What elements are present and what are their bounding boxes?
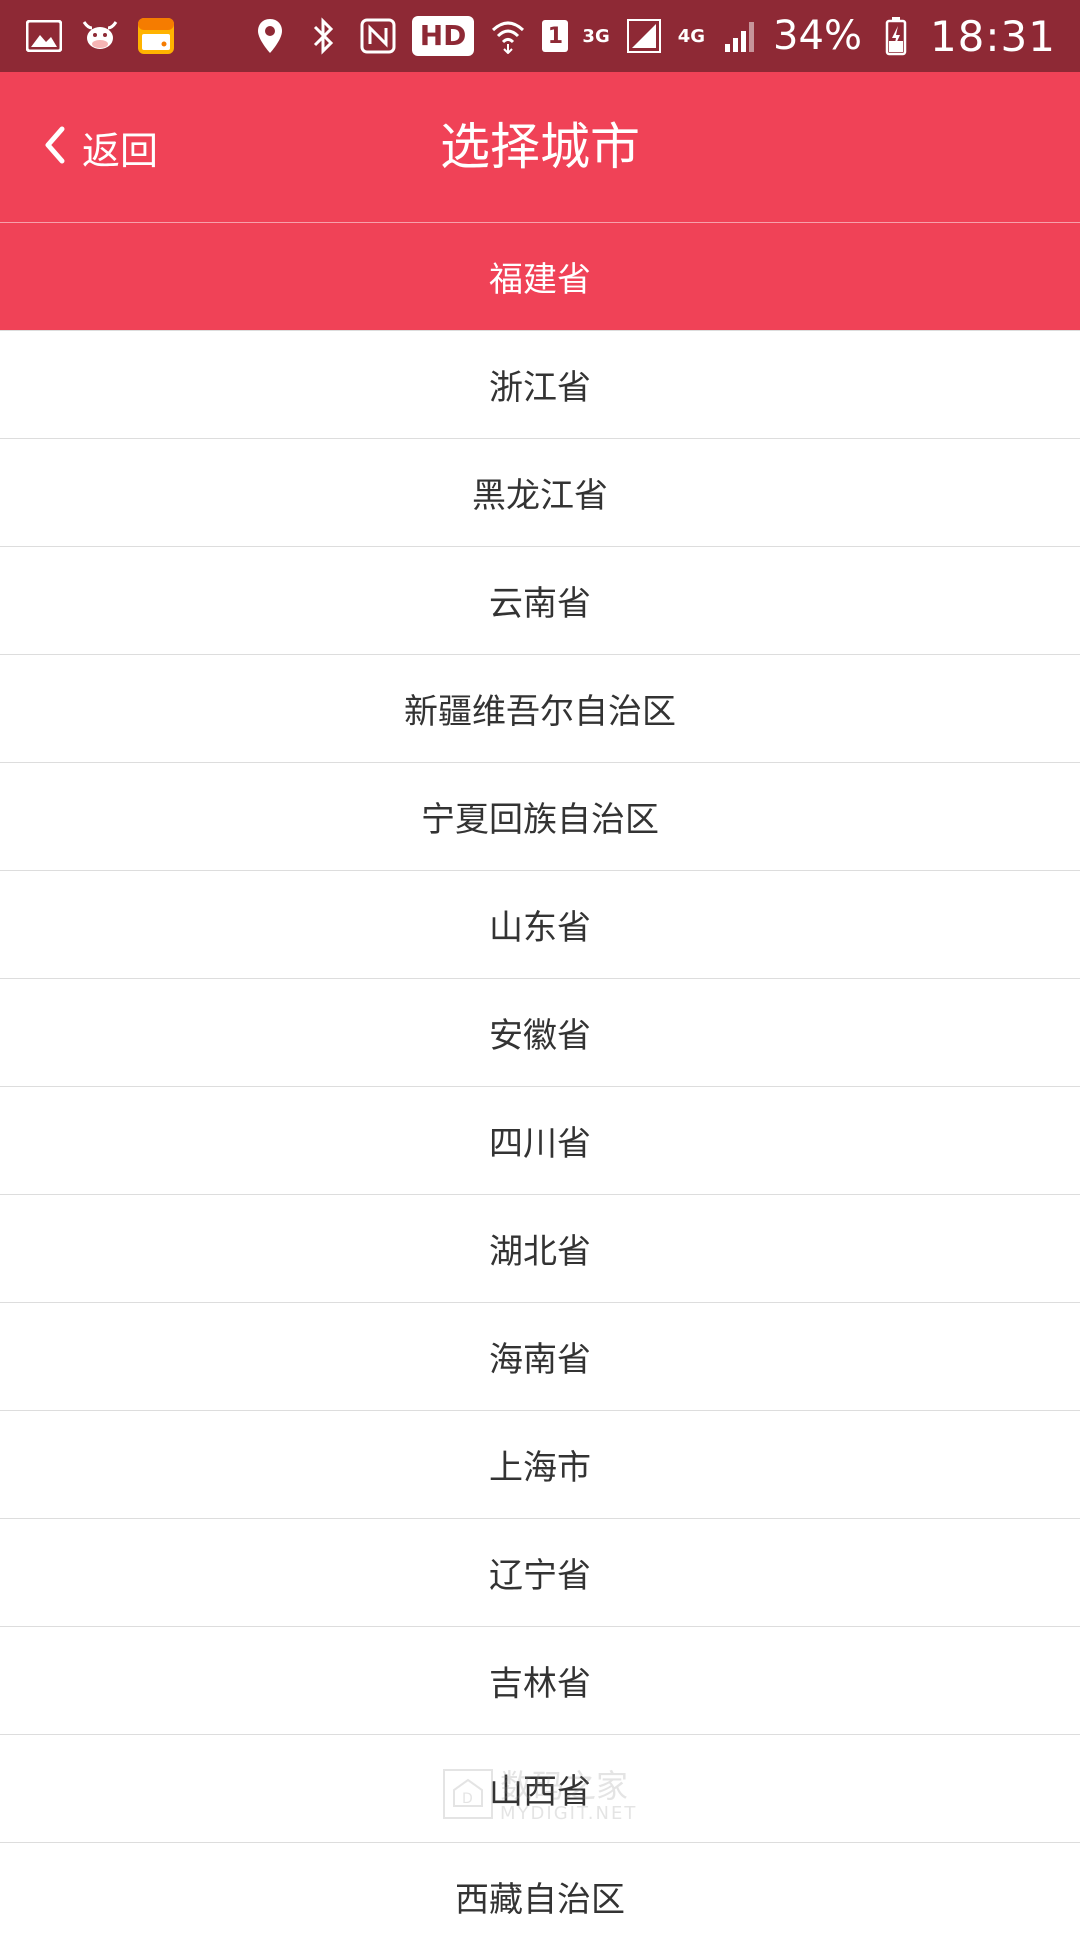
province-item[interactable]: 宁夏回族自治区 bbox=[0, 762, 1080, 870]
province-item[interactable]: 四川省 bbox=[0, 1086, 1080, 1194]
province-item-selected[interactable]: 福建省 bbox=[0, 222, 1080, 330]
network-3g-label: 3G bbox=[582, 25, 610, 47]
status-bar: HD 1 3G 4G 34% 18:31 bbox=[0, 0, 1080, 72]
network-4g-label: 4G bbox=[677, 25, 706, 47]
province-item[interactable]: 山东省 bbox=[0, 870, 1080, 978]
location-icon bbox=[250, 16, 290, 56]
province-item[interactable]: 云南省 bbox=[0, 546, 1080, 654]
province-item[interactable]: 上海市 bbox=[0, 1410, 1080, 1518]
signal-4g-icon bbox=[719, 16, 759, 56]
status-bar-right: HD 1 3G 4G 34% 18:31 bbox=[250, 12, 1056, 61]
battery-percent: 34% bbox=[773, 13, 862, 59]
signal-3g-icon bbox=[624, 16, 664, 56]
province-item[interactable]: 浙江省 bbox=[0, 330, 1080, 438]
wifi-icon bbox=[488, 16, 528, 56]
province-item[interactable]: 吉林省 bbox=[0, 1626, 1080, 1734]
chevron-left-icon bbox=[40, 125, 68, 169]
back-button[interactable]: 返回 bbox=[40, 72, 158, 222]
province-item[interactable]: 新疆维吾尔自治区 bbox=[0, 654, 1080, 762]
nfc-icon bbox=[358, 16, 398, 56]
province-item[interactable]: 辽宁省 bbox=[0, 1518, 1080, 1626]
wallet-app-icon bbox=[136, 16, 176, 56]
province-item[interactable]: 黑龙江省 bbox=[0, 438, 1080, 546]
province-item[interactable]: 安徽省 bbox=[0, 978, 1080, 1086]
clock: 18:31 bbox=[929, 11, 1056, 61]
gallery-icon bbox=[24, 16, 64, 56]
bluetooth-icon bbox=[304, 16, 344, 56]
app-header: 返回 选择城市 bbox=[0, 72, 1080, 222]
cow-app-icon bbox=[80, 16, 120, 56]
sim-slot-badge: 1 bbox=[542, 20, 569, 52]
status-bar-left bbox=[24, 16, 176, 56]
back-label: 返回 bbox=[82, 128, 159, 173]
province-item[interactable]: 湖北省 bbox=[0, 1194, 1080, 1302]
hd-badge: HD bbox=[411, 16, 475, 56]
page-title: 选择城市 bbox=[440, 118, 640, 176]
battery-icon bbox=[876, 16, 916, 56]
province-item[interactable]: 海南省 bbox=[0, 1302, 1080, 1410]
province-item[interactable]: 西藏自治区 bbox=[0, 1842, 1080, 1950]
province-item[interactable]: 山西省 bbox=[0, 1734, 1080, 1842]
province-list: 福建省 浙江省 黑龙江省 云南省 新疆维吾尔自治区 宁夏回族自治区 山东省 安徽省 四川省 湖北省… bbox=[0, 222, 1080, 1950]
